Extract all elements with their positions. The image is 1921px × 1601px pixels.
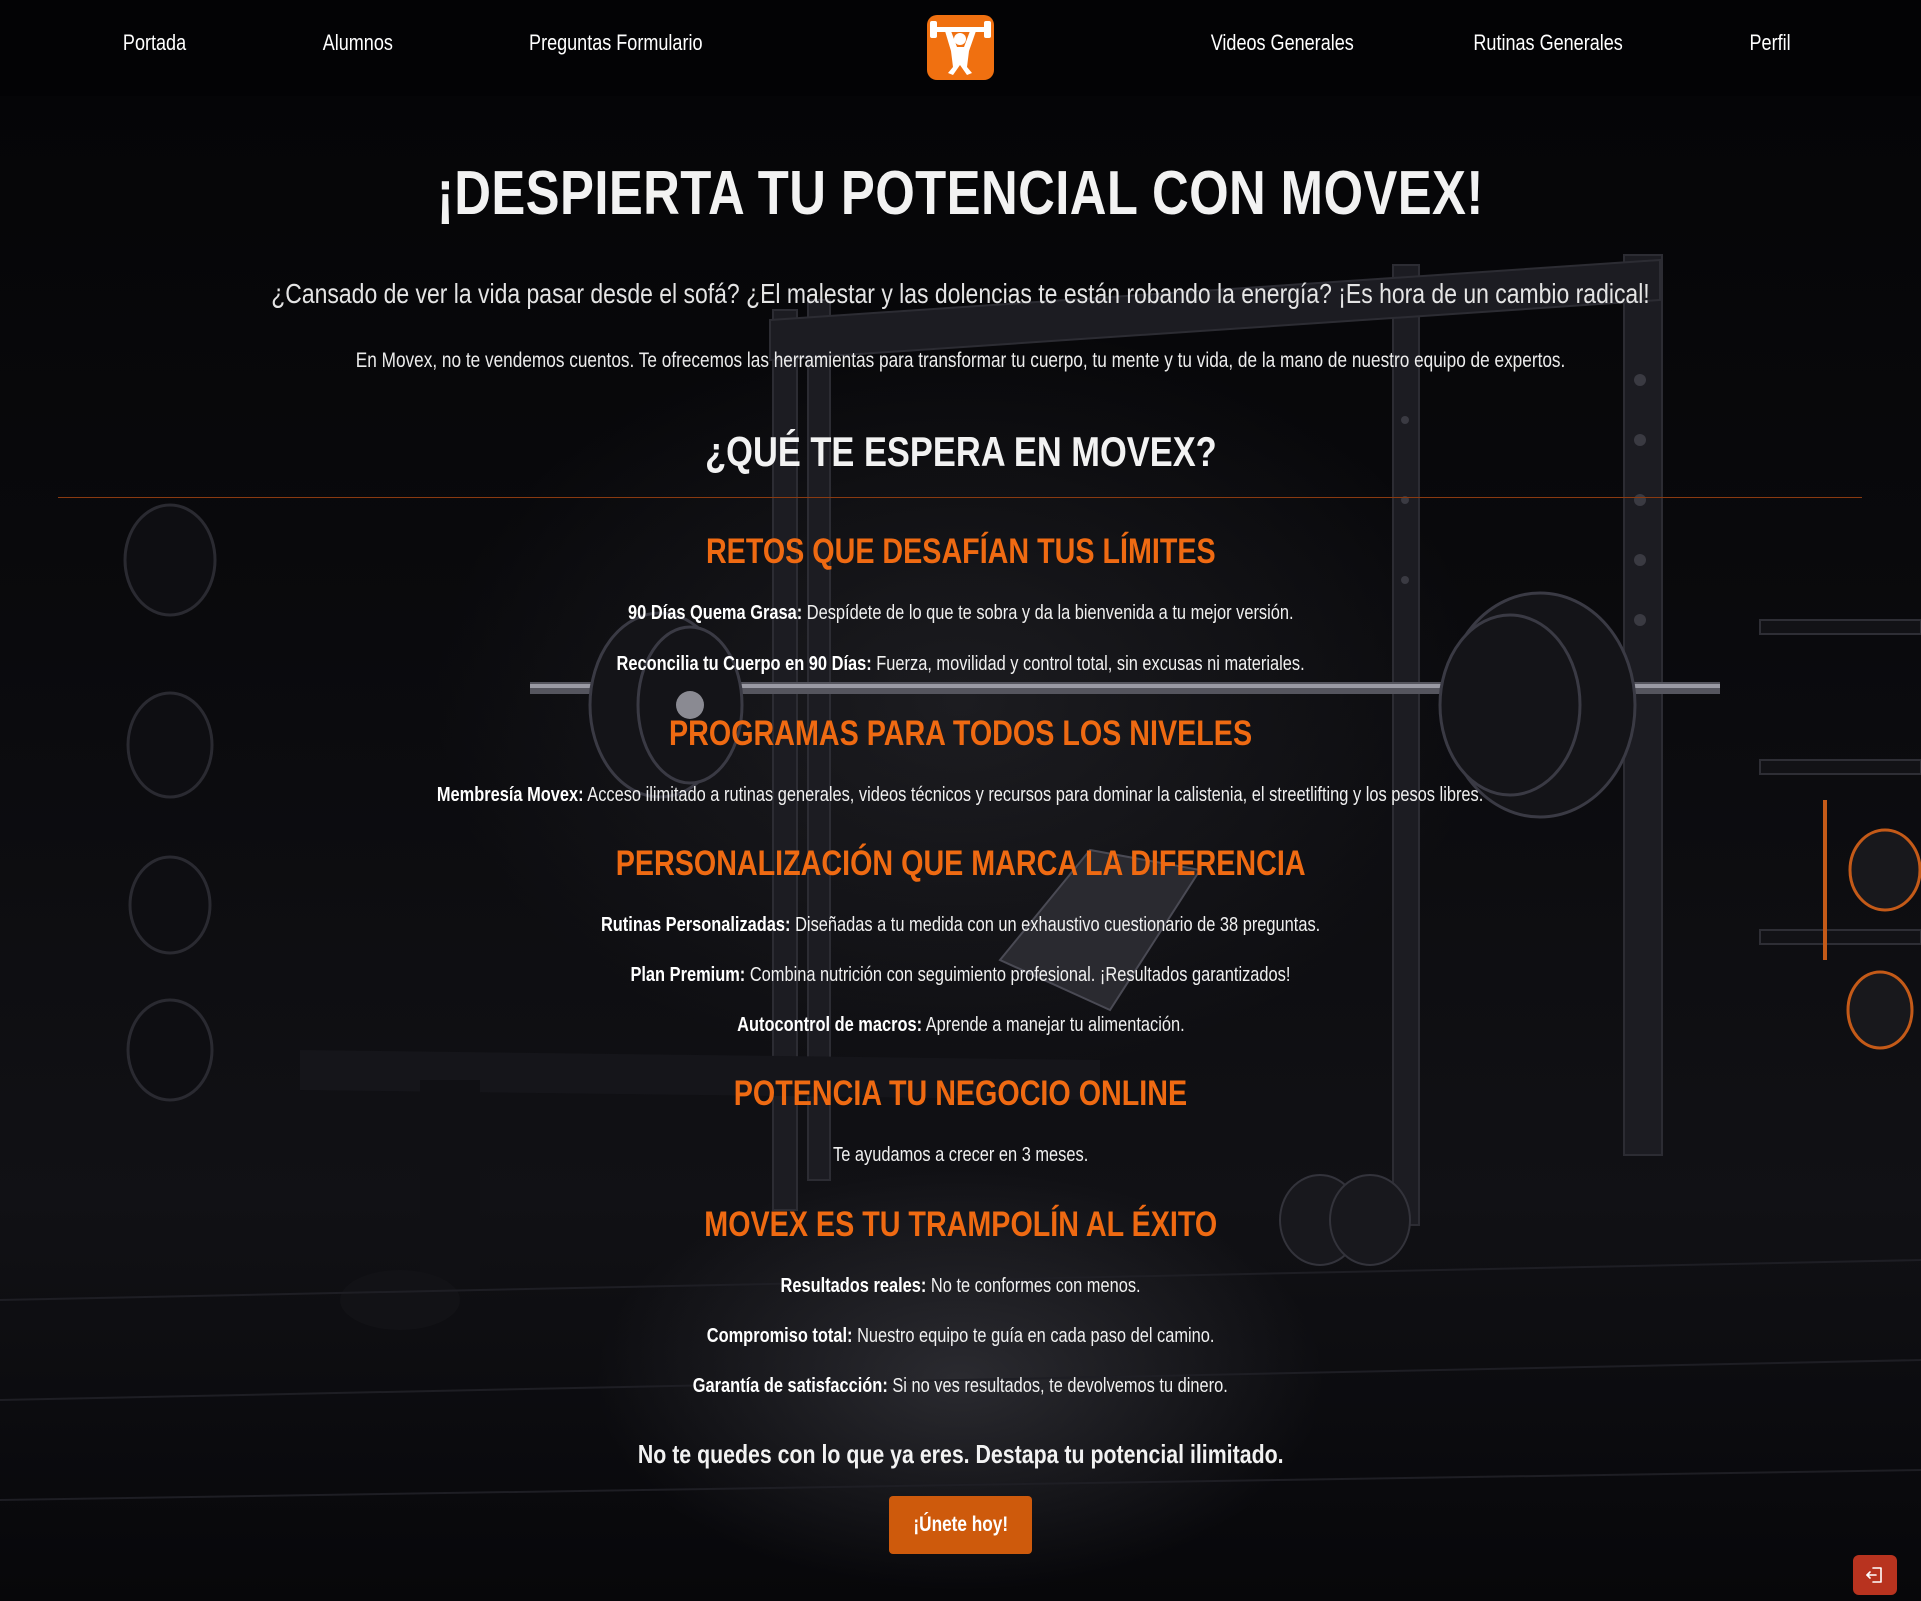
- feature-label: Compromiso total:: [706, 1325, 853, 1347]
- section-heading: PERSONALIZACIÓN QUE MARCA LA DIFERENCIA: [615, 844, 1306, 883]
- feature-line: Membresía Movex: Acceso ilimitado a ruti…: [437, 784, 1483, 807]
- feature-label: Autocontrol de macros:: [736, 1014, 922, 1036]
- section-4-title-wrap: POTENCIA TU NEGOCIO ONLINE: [0, 1074, 1921, 1114]
- nav-link-portada[interactable]: Portada: [123, 30, 186, 56]
- nav-link-rutinas-generales[interactable]: Rutinas Generales: [1473, 30, 1622, 56]
- hero-sub: En Movex, no te vendemos cuentos. Te ofr…: [355, 349, 1566, 372]
- section-5-title-wrap: MOVEX ES TU TRAMPOLÍN AL ÉXITO: [0, 1205, 1921, 1245]
- section-heading: PROGRAMAS PARA TODOS LOS NIVELES: [668, 714, 1253, 753]
- hero-title-wrap: ¡DESPIERTA TU POTENCIAL CON MOVEX!: [0, 158, 1921, 229]
- list-item: Autocontrol de macros: Aprende a manejar…: [0, 1014, 1921, 1037]
- section-1-title-wrap: RETOS QUE DESAFÍAN TUS LÍMITES: [0, 532, 1921, 572]
- nav-link-videos-generales[interactable]: Videos Generales: [1211, 30, 1354, 56]
- list-item: Reconcilia tu Cuerpo en 90 Días: Fuerza,…: [0, 653, 1921, 676]
- list-item: Rutinas Personalizadas: Diseñadas a tu m…: [0, 914, 1921, 937]
- list-item: Resultados reales: No te conformes con m…: [0, 1275, 1921, 1298]
- top-navbar: Portada Alumnos Preguntas Formulario Vid…: [0, 0, 1921, 96]
- movex-logo[interactable]: [927, 15, 994, 80]
- feature-label: Resultados reales:: [780, 1275, 927, 1297]
- join-today-label: ¡Únete hoy!: [913, 1513, 1008, 1536]
- section-heading: RETOS QUE DESAFÍAN TUS LÍMITES: [705, 532, 1216, 571]
- feature-line: Plan Premium: Combina nutrición con segu…: [631, 964, 1291, 987]
- feature-text: Diseñadas a tu medida con un exhaustivo …: [790, 914, 1321, 936]
- section-title: ¿QUÉ TE ESPERA EN MOVEX?: [704, 428, 1217, 475]
- feature-line: Rutinas Personalizadas: Diseñadas a tu m…: [601, 914, 1320, 937]
- feature-text: Si no ves resultados, te devolvemos tu d…: [888, 1375, 1229, 1397]
- feature-label: Reconcilia tu Cuerpo en 90 Días:: [616, 653, 872, 675]
- hero-lead-wrap: ¿Cansado de ver la vida pasar desde el s…: [0, 278, 1921, 310]
- nav-link-perfil[interactable]: Perfil: [1750, 30, 1791, 56]
- main-content: ¡DESPIERTA TU POTENCIAL CON MOVEX! ¿Cans…: [0, 0, 1921, 1601]
- list-item: Membresía Movex: Acceso ilimitado a ruti…: [0, 784, 1921, 807]
- list-item: Compromiso total: Nuestro equipo te guía…: [0, 1325, 1921, 1348]
- logout-icon: [1866, 1567, 1882, 1583]
- section-heading: POTENCIA TU NEGOCIO ONLINE: [733, 1074, 1188, 1113]
- closing-statement: No te quedes con lo que ya eres. Destapa…: [637, 1439, 1284, 1469]
- section-title-wrap: ¿QUÉ TE ESPERA EN MOVEX?: [0, 428, 1921, 476]
- feature-text: Aprende a manejar tu alimentación.: [921, 1014, 1185, 1036]
- feature-text: No te conformes con menos.: [926, 1275, 1141, 1297]
- feature-line: Autocontrol de macros: Aprende a manejar…: [737, 1014, 1185, 1037]
- feature-text: Acceso ilimitado a rutinas generales, vi…: [584, 784, 1484, 806]
- hero-sub-wrap: En Movex, no te vendemos cuentos. Te ofr…: [0, 349, 1921, 373]
- section-heading: MOVEX ES TU TRAMPOLÍN AL ÉXITO: [704, 1205, 1217, 1244]
- nav-link-preguntas-formulario[interactable]: Preguntas Formulario: [529, 30, 702, 56]
- feature-line: 90 Días Quema Grasa: Despídete de lo que…: [628, 602, 1294, 625]
- hero-lead: ¿Cansado de ver la vida pasar desde el s…: [271, 278, 1650, 309]
- feature-line: Compromiso total: Nuestro equipo te guía…: [707, 1325, 1215, 1348]
- feature-label: Rutinas Personalizadas:: [600, 914, 791, 936]
- feature-line: Reconcilia tu Cuerpo en 90 Días: Fuerza,…: [616, 653, 1304, 676]
- feature-label: Membresía Movex:: [437, 784, 585, 806]
- feature-label: Plan Premium:: [630, 964, 746, 986]
- feature-label: Garantía de satisfacción:: [692, 1375, 889, 1397]
- feature-text: Despídete de lo que te sobra y da la bie…: [801, 602, 1294, 624]
- list-item: Plan Premium: Combina nutrición con segu…: [0, 964, 1921, 987]
- feature-text: Combina nutrición con seguimiento profes…: [745, 964, 1291, 986]
- join-today-button[interactable]: ¡Únete hoy!: [889, 1496, 1032, 1554]
- feature-line: Resultados reales: No te conformes con m…: [780, 1275, 1140, 1298]
- feature-line: Te ayudamos a crecer en 3 meses.: [833, 1144, 1088, 1167]
- feature-text: Nuestro equipo te guía en cada paso del …: [852, 1325, 1215, 1347]
- list-item: 90 Días Quema Grasa: Despídete de lo que…: [0, 602, 1921, 625]
- feature-text: Te ayudamos a crecer en 3 meses.: [832, 1144, 1089, 1166]
- section-2-title-wrap: PROGRAMAS PARA TODOS LOS NIVELES: [0, 714, 1921, 754]
- section-divider: [58, 497, 1862, 498]
- logout-button[interactable]: [1853, 1555, 1897, 1595]
- list-item: Garantía de satisfacción: Si no ves resu…: [0, 1375, 1921, 1398]
- hero-title: ¡DESPIERTA TU POTENCIAL CON MOVEX!: [437, 159, 1484, 228]
- feature-line: Garantía de satisfacción: Si no ves resu…: [693, 1375, 1228, 1398]
- weightlifter-icon: [930, 21, 991, 75]
- feature-label: 90 Días Quema Grasa:: [627, 602, 802, 624]
- feature-text: Fuerza, movilidad y control total, sin e…: [871, 653, 1305, 675]
- section-3-title-wrap: PERSONALIZACIÓN QUE MARCA LA DIFERENCIA: [0, 844, 1921, 884]
- nav-link-alumnos[interactable]: Alumnos: [323, 30, 393, 56]
- closing-wrap: No te quedes con lo que ya eres. Destapa…: [0, 1439, 1921, 1470]
- list-item: Te ayudamos a crecer en 3 meses.: [0, 1144, 1921, 1167]
